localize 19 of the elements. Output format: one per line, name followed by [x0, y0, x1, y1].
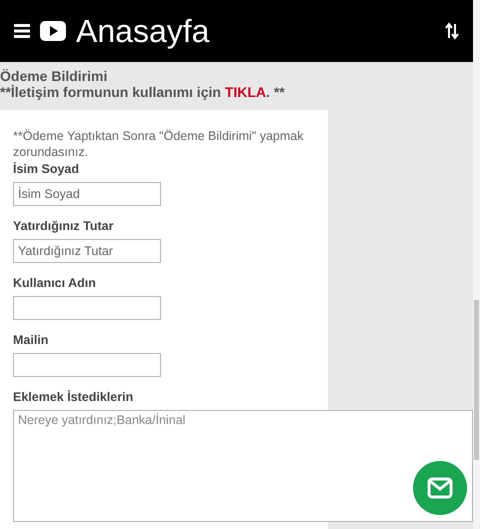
input-field[interactable]: Yatırdığınız Tutar	[13, 239, 161, 263]
sort-icon[interactable]	[445, 22, 459, 40]
input-field[interactable]	[13, 353, 161, 377]
notice-text: **İletişim formunun kullanımı için TIKLA. **	[0, 84, 286, 100]
menu-icon[interactable]	[14, 24, 30, 38]
input-field[interactable]: İsim Soyad	[13, 182, 161, 206]
section-title: Ödeme Bildirimi	[0, 68, 108, 84]
input-field[interactable]	[13, 296, 161, 320]
field-label: Yatırdığınız Tutar	[13, 219, 114, 233]
field-label: Eklemek İstediklerin	[13, 390, 134, 404]
play-icon	[40, 21, 66, 41]
message-field[interactable]: Nereye yatırdınız;Banka/İninal	[13, 410, 473, 522]
field-label: Kullanıcı Adın	[13, 276, 97, 290]
page-title: Anasayfa	[76, 12, 210, 50]
mail-icon	[427, 477, 453, 499]
intro-text: **Ödeme Yaptıktan Sonra "Ödeme Bildirimi" yapmak zorundasınız.	[13, 128, 304, 160]
field-label: İsim Soyad	[13, 162, 80, 176]
field-label: Mailin	[13, 333, 50, 347]
contact-link[interactable]: TIKLA	[224, 84, 266, 100]
